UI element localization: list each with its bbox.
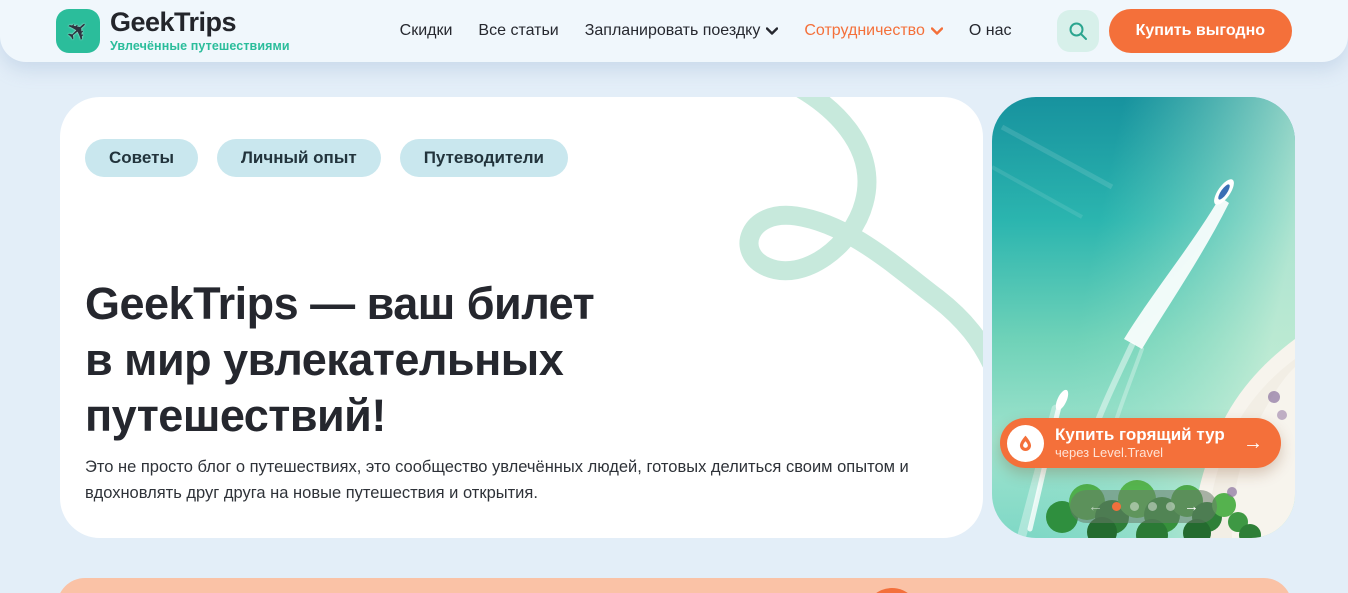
nav-item-discounts[interactable]: Скидки [400,22,453,40]
carousel-dot[interactable] [1112,502,1121,511]
hero-title: GeekTrips — ваш билет в мир увлекательны… [85,276,983,444]
nav-item-all-articles[interactable]: Все статьи [478,22,558,40]
carousel-next-button[interactable]: → [1184,499,1199,514]
carousel-prev-button[interactable]: ← [1088,499,1103,514]
hero-title-line: путешествий! [85,390,386,441]
chevron-down-icon [930,27,943,35]
carousel-dot[interactable] [1166,502,1175,511]
nav-item-partnership[interactable]: Сотрудничество [804,22,943,40]
hero-title-line: GeekTrips — ваш билет [85,278,595,329]
carousel-dot[interactable] [1130,502,1139,511]
hero-card: Советы Личный опыт Путеводители GeekTrip… [60,97,983,538]
nav-item-label: Скидки [399,22,453,39]
hero-title-line: в мир увлекательных [85,334,564,385]
nav-item-about[interactable]: О нас [969,22,1012,40]
hot-tour-button[interactable]: Купить горящий тур через Level.Travel → [1000,418,1281,468]
arrow-right-icon: → [1243,431,1263,454]
logo-tagline: Увлечённые путешествиями [110,39,290,53]
hero-description: Это не просто блог о путешествиях, это с… [85,458,909,502]
next-section-preview [57,578,1292,593]
main-nav: Скидки Все статьи Запланировать поездку … [400,22,1012,40]
hero-tags: Советы Личный опыт Путеводители [85,139,983,177]
nav-item-label: Все статьи [478,22,559,39]
tag-guides[interactable]: Путеводители [399,139,569,177]
hot-tour-subtitle: через Level.Travel [1055,445,1164,461]
header-actions: Купить выгодно [1056,9,1292,53]
site-header: ✈ GeekTrips Увлечённые путешествиями Ски… [0,0,1348,62]
tag-personal-experience[interactable]: Личный опыт [216,139,381,177]
main-content: Советы Личный опыт Путеводители GeekTrip… [60,97,1348,538]
logo-title: GeekTrips [110,7,237,37]
nav-item-label: Запланировать поездку [584,22,761,39]
nav-item-plan-trip[interactable]: Запланировать поездку [585,22,779,40]
logo[interactable]: ✈ GeekTrips Увлечённые путешествиями [56,9,290,53]
logo-text: GeekTrips Увлечённые путешествиями [110,7,290,54]
hot-tour-title: Купить горящий тур [1055,424,1225,444]
promo-carousel-card: Купить горящий тур через Level.Travel → … [992,97,1295,538]
tropical-photo [992,97,1295,538]
flame-icon [1007,424,1044,462]
decorative-circle [865,588,919,593]
buy-profitable-button[interactable]: Купить выгодно [1108,9,1292,53]
nav-item-label: О нас [968,22,1012,39]
plane-icon: ✈ [56,9,100,53]
hot-tour-text: Купить горящий тур через Level.Travel [1055,425,1225,461]
tag-advice[interactable]: Советы [85,139,198,177]
carousel-controls: ← → [1070,490,1217,523]
carousel-dot[interactable] [1148,502,1157,511]
nav-item-label: Сотрудничество [804,22,925,39]
magnifier-icon [1069,22,1087,40]
search-button[interactable] [1056,10,1099,52]
chevron-down-icon [766,27,779,35]
